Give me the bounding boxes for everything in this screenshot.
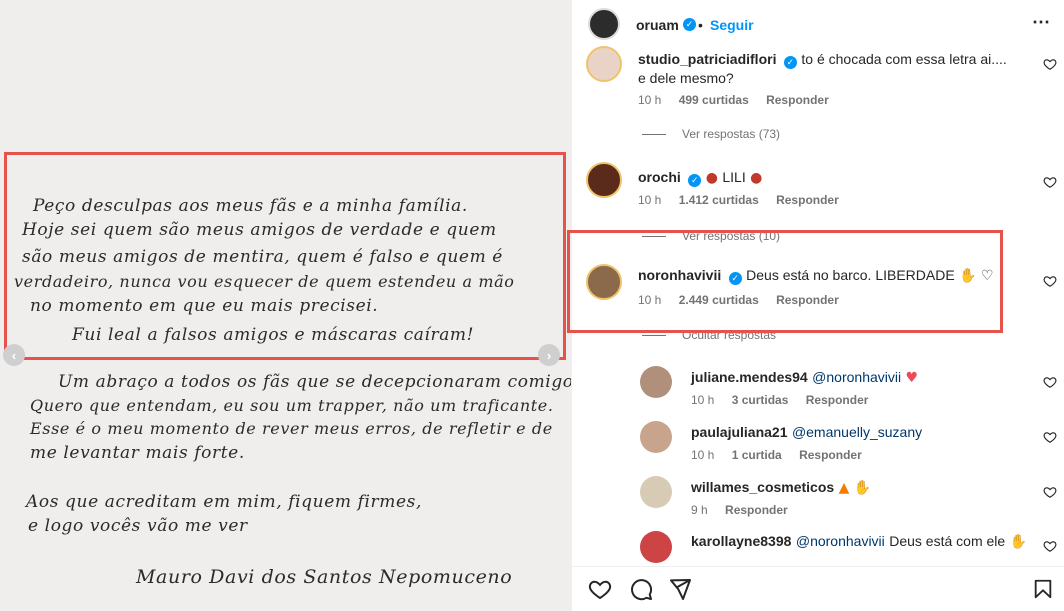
- raised-hands-emoji-icon: ✋: [853, 480, 872, 496]
- follow-button[interactable]: Seguir: [710, 17, 754, 33]
- reply-username[interactable]: willames_cosmeticos: [691, 479, 834, 495]
- prev-arrow-icon[interactable]: ‹: [3, 344, 25, 366]
- comment-meta: 10 h 1.412 curtidas Responder: [638, 193, 853, 207]
- comment-time: 10 h: [638, 93, 662, 107]
- mention-link[interactable]: @emanuelly_suzany: [792, 424, 922, 440]
- fire-emoji-icon: ▲: [838, 480, 850, 496]
- reply-meta: 10 h 3 curtidas Responder: [691, 393, 882, 407]
- reply-button[interactable]: Responder: [725, 503, 788, 517]
- mention-link[interactable]: @noronhavivii: [812, 369, 901, 385]
- comment-likes[interactable]: 1.412 curtidas: [679, 193, 759, 207]
- view-replies-link[interactable]: Ver respostas (73): [642, 127, 780, 141]
- comment-time: 10 h: [638, 193, 662, 207]
- reply-button[interactable]: Responder: [766, 93, 829, 107]
- like-heart-icon[interactable]: [1043, 175, 1057, 189]
- signature: Mauro Davi dos Santos Nepomuceno: [136, 566, 513, 588]
- highlight-box-comment: [567, 230, 1003, 333]
- letter-line: me levantar mais forte.: [30, 443, 245, 463]
- reply-meta: 9 h Responder: [691, 503, 802, 517]
- save-bookmark-icon[interactable]: [1032, 577, 1054, 601]
- avatar[interactable]: [640, 366, 672, 398]
- highlight-box-letter: [4, 152, 566, 360]
- letter-line: Aos que acreditam em mim, fiquem firmes,: [26, 492, 422, 512]
- action-bar: [572, 566, 1064, 611]
- reply-likes[interactable]: 3 curtidas: [732, 393, 789, 407]
- more-options-icon[interactable]: ⋯: [1032, 12, 1050, 33]
- reply-text: Deus está com ele: [889, 533, 1006, 549]
- reply-time: 9 h: [691, 503, 708, 517]
- devil-emoji-icon: ●: [750, 170, 763, 186]
- post-header: oruam ✓ • Seguir ⋯: [572, 0, 1064, 50]
- avatar[interactable]: [640, 421, 672, 453]
- comment-likes[interactable]: 499 curtidas: [679, 93, 749, 107]
- reply-meta: 10 h 1 curtida Responder: [691, 448, 876, 462]
- verified-badge-icon: ✓: [783, 56, 797, 69]
- avatar[interactable]: [586, 46, 622, 82]
- share-icon[interactable]: [668, 577, 692, 601]
- avatar[interactable]: [640, 531, 672, 563]
- like-heart-icon[interactable]: [1043, 539, 1057, 553]
- reply-username[interactable]: juliane.mendes94: [691, 369, 808, 385]
- like-heart-icon[interactable]: [1043, 274, 1057, 288]
- mention-link[interactable]: @noronhavivii: [796, 533, 885, 549]
- letter-line: Esse é o meu momento de rever meus erros…: [30, 419, 553, 438]
- like-heart-icon[interactable]: [1043, 430, 1057, 444]
- next-arrow-icon[interactable]: ›: [538, 344, 560, 366]
- letter-line: Um abraço a todos os fãs que se decepcio…: [58, 372, 571, 392]
- avatar[interactable]: [586, 162, 622, 198]
- dot-separator: •: [698, 17, 703, 33]
- reply-button[interactable]: Responder: [806, 393, 869, 407]
- reply-time: 10 h: [691, 393, 715, 407]
- avatar[interactable]: [588, 8, 620, 40]
- avatar[interactable]: [640, 476, 672, 508]
- letter-line: Quero que entendam, eu sou um trapper, n…: [30, 396, 554, 415]
- reply-username[interactable]: paulajuliana21: [691, 424, 787, 440]
- verified-badge-icon: ✓: [683, 18, 696, 31]
- letter-line: e logo vocês vão me ver: [28, 516, 248, 536]
- red-heart-emoji-icon: ♥: [905, 370, 919, 386]
- comment-username[interactable]: studio_patriciadiflori: [638, 51, 776, 67]
- reply-time: 10 h: [691, 448, 715, 462]
- reply-button[interactable]: Responder: [799, 448, 862, 462]
- comment-icon[interactable]: [629, 577, 653, 601]
- reply-button[interactable]: Responder: [776, 193, 839, 207]
- raised-hands-emoji-icon: ✋: [1009, 534, 1028, 550]
- comment-meta: 10 h 499 curtidas Responder: [638, 93, 843, 107]
- post-image: Peço desculpas aos meus fãs e a minha fa…: [0, 0, 571, 611]
- like-heart-icon[interactable]: [1043, 57, 1057, 71]
- author-username[interactable]: oruam: [636, 17, 679, 33]
- like-heart-icon[interactable]: [1043, 375, 1057, 389]
- comments-panel: oruam ✓ • Seguir ⋯ studio_patriciadiflor…: [567, 0, 1064, 611]
- comment-text: LILI: [722, 169, 746, 185]
- reply-username[interactable]: karollayne8398: [691, 533, 791, 549]
- verified-badge-icon: ✓: [688, 174, 702, 187]
- like-icon[interactable]: [588, 577, 612, 601]
- reply-likes[interactable]: 1 curtida: [732, 448, 782, 462]
- comment-username[interactable]: orochi: [638, 169, 681, 185]
- like-heart-icon[interactable]: [1043, 485, 1057, 499]
- devil-emoji-icon: ●: [705, 170, 718, 186]
